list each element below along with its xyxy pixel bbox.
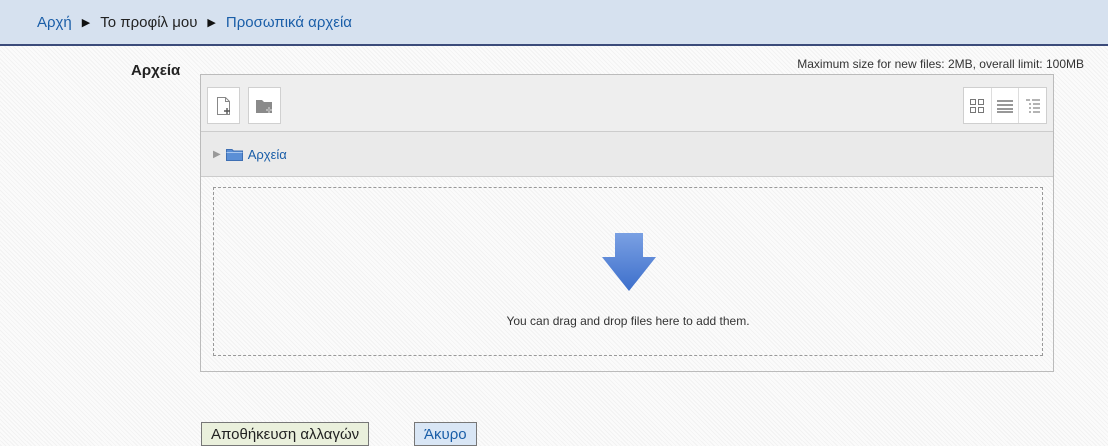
- cancel-button[interactable]: Άκυρο: [414, 422, 477, 446]
- file-manager: ▶ Αρχεία You can drag and drop files her…: [200, 74, 1054, 372]
- path-folder-link[interactable]: Αρχεία: [248, 147, 287, 162]
- tree-view-icon: [1025, 98, 1040, 113]
- breadcrumb-item-private-files[interactable]: Προσωπικά αρχεία: [226, 14, 352, 31]
- file-size-limit-text: Maximum size for new files: 2MB, overall…: [797, 57, 1084, 71]
- file-manager-path-bar: ▶ Αρχεία: [201, 132, 1053, 177]
- save-changes-button[interactable]: Αποθήκευση αλλαγών: [201, 422, 370, 446]
- create-folder-icon: [255, 99, 272, 113]
- list-view-button[interactable]: [992, 88, 1020, 123]
- breadcrumb-separator-icon: ▶: [81, 16, 91, 29]
- drop-arrow-icon: [602, 233, 656, 291]
- folder-icon: [225, 148, 243, 161]
- file-manager-toolbar: [201, 75, 1053, 132]
- add-file-button[interactable]: [207, 87, 240, 124]
- add-file-icon: [216, 96, 230, 115]
- create-folder-button[interactable]: [248, 87, 281, 124]
- grid-view-icon: [970, 98, 985, 113]
- expand-arrow-icon[interactable]: ▶: [213, 149, 221, 160]
- breadcrumb-item-profile[interactable]: Το προφίλ μου: [100, 14, 197, 31]
- list-view-icon: [997, 99, 1013, 113]
- breadcrumb-separator-icon: ▶: [207, 16, 216, 29]
- breadcrumb: Αρχή ▶ Το προφίλ μου ▶ Προσωπικά αρχεία: [0, 0, 1108, 46]
- files-field-label: Αρχεία: [131, 62, 181, 79]
- tree-view-button[interactable]: [1019, 88, 1046, 123]
- view-mode-switcher: [963, 87, 1047, 124]
- drop-zone[interactable]: You can drag and drop files here to add …: [213, 187, 1043, 356]
- drop-zone-text: You can drag and drop files here to add …: [506, 314, 750, 328]
- icon-view-button[interactable]: [964, 88, 992, 123]
- breadcrumb-item-home[interactable]: Αρχή: [37, 14, 72, 31]
